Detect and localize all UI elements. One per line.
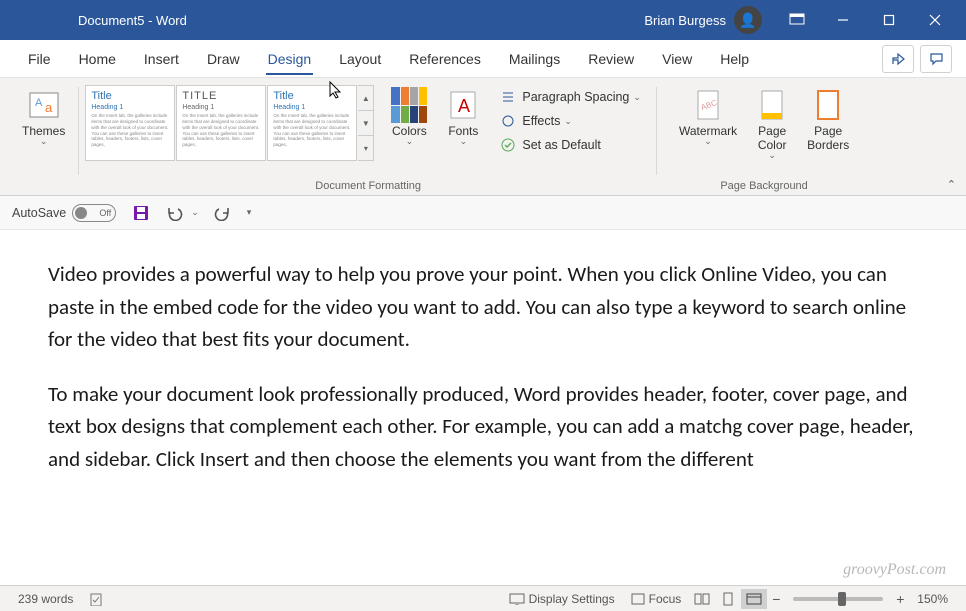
redo-button[interactable] bbox=[207, 199, 237, 227]
tab-review[interactable]: Review bbox=[574, 40, 648, 78]
svg-text:A: A bbox=[35, 97, 43, 109]
display-settings-button[interactable]: Display Settings bbox=[501, 592, 623, 606]
themes-button[interactable]: Aa Themes ⌄ bbox=[14, 83, 73, 151]
tab-mailings[interactable]: Mailings bbox=[495, 40, 574, 78]
chevron-down-icon: ⌄ bbox=[564, 116, 572, 127]
qat-customize[interactable]: ▾ bbox=[247, 207, 252, 218]
tab-references[interactable]: References bbox=[395, 40, 495, 78]
menubar: File Home Insert Draw Design Layout Refe… bbox=[0, 40, 966, 78]
user-name[interactable]: Brian Burgess bbox=[644, 13, 726, 28]
statusbar: 239 words Display Settings Focus − + 150… bbox=[0, 585, 966, 611]
group-label: Page Background bbox=[720, 177, 807, 195]
fonts-icon: A bbox=[445, 87, 481, 123]
fonts-button[interactable]: A Fonts ⌄ bbox=[436, 83, 490, 151]
watermark-icon: ABC bbox=[690, 87, 726, 123]
titlebar: Document5 - Word Brian Burgess 👤 bbox=[0, 0, 966, 40]
colors-icon bbox=[391, 87, 427, 123]
autosave-toggle[interactable]: Off bbox=[72, 204, 116, 222]
tab-draw[interactable]: Draw bbox=[193, 40, 254, 78]
document-area[interactable]: Video provides a powerful way to help yo… bbox=[0, 230, 966, 590]
paragraph-spacing-button[interactable]: Paragraph Spacing ⌄ bbox=[496, 87, 645, 107]
chevron-down-icon: ⌄ bbox=[704, 136, 712, 147]
page-color-icon bbox=[754, 87, 790, 123]
tab-home[interactable]: Home bbox=[65, 40, 130, 78]
save-button[interactable] bbox=[126, 199, 156, 227]
web-layout-icon[interactable] bbox=[741, 589, 767, 609]
print-layout-icon[interactable] bbox=[715, 589, 741, 609]
tab-layout[interactable]: Layout bbox=[325, 40, 395, 78]
undo-button[interactable] bbox=[160, 199, 190, 227]
chevron-down-icon: ⌄ bbox=[768, 150, 776, 161]
close-button[interactable] bbox=[912, 0, 958, 40]
focus-button[interactable]: Focus bbox=[623, 592, 690, 606]
undo-dropdown[interactable]: ⌄ bbox=[191, 207, 199, 218]
svg-text:a: a bbox=[45, 100, 53, 115]
zoom-slider[interactable] bbox=[793, 597, 883, 601]
avatar[interactable]: 👤 bbox=[734, 6, 762, 34]
style-gallery: Title Heading 1 On the Insert tab, the g… bbox=[85, 83, 374, 161]
zoom-in-button[interactable]: + bbox=[891, 591, 909, 607]
ribbon: Aa Themes ⌄ Title Heading 1 On the Inser… bbox=[0, 78, 966, 196]
minimize-button[interactable] bbox=[820, 0, 866, 40]
style-card[interactable]: Title Heading 1 On the Insert tab, the g… bbox=[85, 85, 175, 161]
autosave-label: AutoSave bbox=[12, 206, 66, 220]
paragraph: Video provides a powerful way to help yo… bbox=[48, 258, 918, 356]
themes-icon: Aa bbox=[26, 87, 62, 123]
share-button[interactable] bbox=[882, 45, 914, 73]
ribbon-display-options-icon[interactable] bbox=[774, 0, 820, 40]
group-label: Document Formatting bbox=[315, 177, 421, 195]
formatting-options: Paragraph Spacing ⌄ Effects ⌄ Set as Def… bbox=[490, 83, 651, 159]
paragraph: To make your document look professionall… bbox=[48, 378, 918, 476]
read-mode-icon[interactable] bbox=[689, 589, 715, 609]
tab-file[interactable]: File bbox=[14, 40, 65, 78]
page-color-button[interactable]: Page Color ⌄ bbox=[745, 83, 799, 165]
chevron-down-icon: ⌄ bbox=[460, 136, 468, 147]
tab-view[interactable]: View bbox=[648, 40, 706, 78]
watermark-button[interactable]: ABC Watermark ⌄ bbox=[671, 83, 745, 151]
gallery-scroll: ▲ ▼ ▾ bbox=[358, 85, 374, 161]
page-borders-icon bbox=[810, 87, 846, 123]
paragraph-spacing-icon bbox=[500, 89, 516, 105]
svg-text:A: A bbox=[458, 96, 470, 116]
effects-icon bbox=[500, 113, 516, 129]
page-borders-button[interactable]: Page Borders bbox=[799, 83, 857, 156]
colors-button[interactable]: Colors ⌄ bbox=[382, 83, 436, 151]
maximize-button[interactable] bbox=[866, 0, 912, 40]
word-count[interactable]: 239 words bbox=[10, 592, 81, 606]
collapse-ribbon-button[interactable]: ⌃ bbox=[947, 178, 956, 191]
style-card[interactable]: TITLE Heading 1 On the Insert tab, the g… bbox=[176, 85, 266, 161]
check-icon bbox=[500, 137, 516, 153]
group-document-formatting: Title Heading 1 On the Insert tab, the g… bbox=[79, 81, 657, 195]
gallery-scroll-down[interactable]: ▼ bbox=[358, 111, 373, 136]
style-card[interactable]: Title Heading 1 On the Insert tab, the g… bbox=[267, 85, 357, 161]
comments-button[interactable] bbox=[920, 45, 952, 73]
gallery-scroll-up[interactable]: ▲ bbox=[358, 86, 373, 111]
gallery-expand[interactable]: ▾ bbox=[358, 136, 373, 160]
chevron-down-icon: ⌄ bbox=[406, 136, 414, 147]
document-title: Document5 - Word bbox=[78, 13, 187, 28]
group-page-background: ABC Watermark ⌄ Page Color ⌄ Page Border… bbox=[665, 81, 863, 195]
tab-design[interactable]: Design bbox=[254, 40, 326, 78]
quick-access-toolbar: AutoSave Off ⌄ ▾ bbox=[0, 196, 966, 230]
zoom-level[interactable]: 150% bbox=[909, 592, 956, 606]
chevron-down-icon: ⌄ bbox=[40, 136, 48, 147]
chevron-down-icon: ⌄ bbox=[633, 92, 641, 103]
tab-insert[interactable]: Insert bbox=[130, 40, 193, 78]
page-borders-label: Page Borders bbox=[807, 124, 849, 152]
set-default-button[interactable]: Set as Default bbox=[496, 135, 645, 155]
zoom-out-button[interactable]: − bbox=[767, 591, 785, 607]
tab-help[interactable]: Help bbox=[706, 40, 763, 78]
group-themes: Aa Themes ⌄ bbox=[8, 81, 79, 195]
page-color-label: Page Color bbox=[758, 124, 787, 152]
effects-button[interactable]: Effects ⌄ bbox=[496, 111, 645, 131]
spelling-status-icon[interactable] bbox=[81, 592, 111, 606]
